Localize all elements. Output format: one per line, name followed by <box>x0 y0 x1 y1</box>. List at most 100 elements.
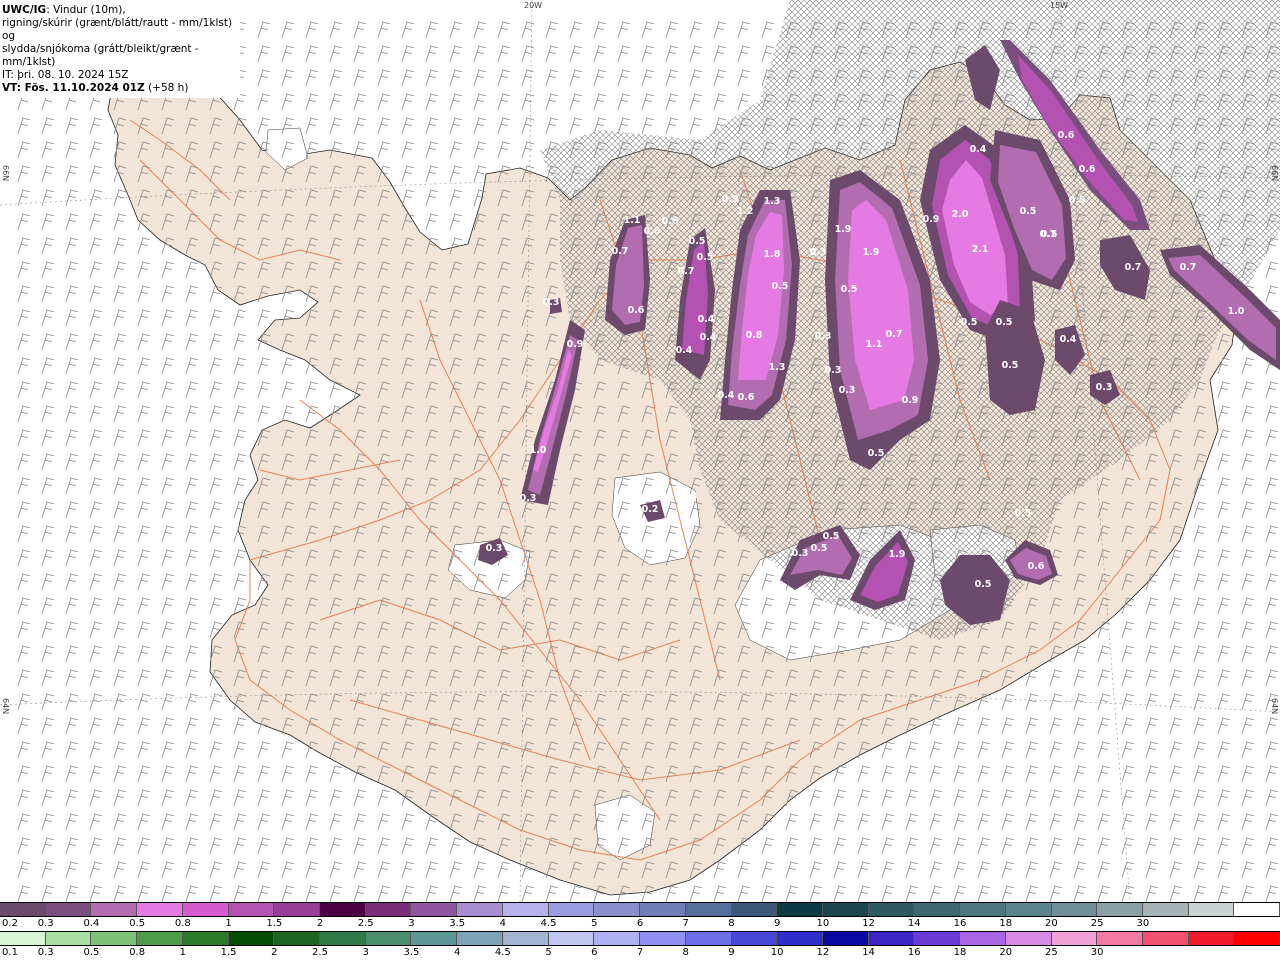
lat-label-66n-left: 66N <box>1 165 10 182</box>
precip-value-label: 1.9 <box>835 224 852 235</box>
rain-colorbar-swatch <box>457 932 503 945</box>
precip-value-label: 0.3 <box>839 385 856 396</box>
rain-colorbar-swatch <box>640 932 686 945</box>
precip-value-label: 0.5 <box>1069 195 1086 206</box>
precip-value-label: 0.5 <box>1020 206 1037 217</box>
snow-colorbar-labels: 0.2 0.3 0.4 0.5 0.8 1 1.5 2 2.5 3 3.5 4 4.5 5 6 7 8 9 10 12… <box>0 917 1280 931</box>
snow-colorbar-swatch <box>640 903 686 916</box>
precip-value-label: 0.3 <box>815 331 832 342</box>
lon-label-20w: 20W <box>524 1 543 10</box>
lat-label-66n-right: 66N <box>1270 165 1279 182</box>
lat-label-64n-left: 64N <box>1 698 10 715</box>
rain-colorbar-swatch <box>1142 932 1189 945</box>
snow-colorbar-tick-label: 25 <box>1090 918 1104 929</box>
forecast-map: 0.9 1.2 1.3 1.9 2.0 2.1 0.9 0.8 1.1 0.7 0.5 0.5 0.6 1… <box>0 0 1280 902</box>
precip-value-label: 0.9 <box>722 194 739 205</box>
source-label: UWC/IG <box>2 4 47 16</box>
rain-colorbar-swatch <box>320 932 366 945</box>
snow-colorbar-tick-label: 0.5 <box>129 918 146 929</box>
precip-value-label: 0.5 <box>996 317 1013 328</box>
precip-value-label: 0.5 <box>811 543 828 554</box>
rain-colorbar-tick-label: 3 <box>362 947 369 958</box>
rain-colorbar-tick-label: 0.8 <box>129 947 146 958</box>
rain-colorbar-swatch <box>1188 932 1235 945</box>
precip-value-label: 0.2 <box>642 504 659 515</box>
rain-colorbar-swatch <box>914 932 961 945</box>
precip-value-label: 0.7 <box>678 266 695 277</box>
precip-value-label: 1.9 <box>889 549 906 560</box>
precip-value-label: 0.4 <box>1060 334 1077 345</box>
snow-colorbar-tick-label: 6 <box>636 918 644 929</box>
snow-colorbar-tick-label: 16 <box>953 918 967 929</box>
snow-colorbar-tick-label: 14 <box>907 918 921 929</box>
precip-value-label: 1.3 <box>769 362 786 373</box>
precip-value-label: 0.4 <box>718 390 735 401</box>
precip-value-label: 0.3 <box>792 548 809 559</box>
snow-colorbar-swatch <box>685 903 732 916</box>
rain-colorbar-tick-label: 8 <box>682 947 689 958</box>
rain-colorbar-swatch <box>777 932 823 945</box>
snow-colorbar-swatch <box>457 903 503 916</box>
rain-colorbar-swatch <box>274 932 321 945</box>
snow-colorbar-tick-label: 18 <box>999 918 1013 929</box>
snow-colorbar-swatch <box>91 903 138 916</box>
snow-colorbar-tick-label: 9 <box>773 918 781 929</box>
precip-value-label: 0.5 <box>975 579 992 590</box>
rain-colorbar-swatch <box>182 932 229 945</box>
rain-colorbar-swatch <box>0 932 46 945</box>
snow-colorbar-swatch <box>822 903 869 916</box>
precip-value-label: 0.5 <box>1015 508 1032 519</box>
rain-colorbar-swatch <box>365 932 412 945</box>
snow-colorbar-tick-label: 10 <box>816 918 830 929</box>
snow-colorbar-swatch <box>1051 903 1098 916</box>
rain-colorbar-swatch <box>502 932 549 945</box>
rain-colorbar-tick-label: 7 <box>636 947 644 958</box>
precip-value-label: 0.3 <box>1096 382 1113 393</box>
snow-colorbar-tick-label: 2 <box>316 918 324 929</box>
precip-value-label: 0.9 <box>567 339 584 350</box>
precip-value-label: 0.6 <box>1058 130 1075 141</box>
rain-colorbar-tick-label: 10 <box>770 947 784 958</box>
rain-colorbar-tick-label: 0.5 <box>83 947 100 958</box>
precip-value-label: 1.0 <box>1228 306 1245 317</box>
snow-colorbar-swatch <box>411 903 458 916</box>
precip-value-label: 0.5 <box>961 317 978 328</box>
snow-colorbar-tick-label: 1 <box>225 918 232 929</box>
precip-value-label: 2.1 <box>972 244 989 255</box>
precip-value-label: 0.3 <box>681 491 698 502</box>
snow-colorbar-tick-label: 7 <box>682 918 689 929</box>
rain-colorbar-swatch <box>1097 932 1143 945</box>
description-line-3: slydda/snjókoma (grátt/bleikt/grænt - mm… <box>2 43 199 68</box>
snow-colorbar-swatch <box>45 903 92 916</box>
rain-colorbar-tick-label: 4 <box>453 947 461 958</box>
lon-label-15w: 15W <box>1050 1 1069 10</box>
snow-colorbar-tick-label: 12 <box>862 918 875 929</box>
precip-value-label: 0.3 <box>825 365 842 376</box>
precip-value-label: 0.3 <box>486 543 503 554</box>
snow-colorbar-tick-label: 5 <box>591 918 598 929</box>
issued-time: IT: þri. 08. 10. 2024 15Z <box>2 69 129 81</box>
snow-colorbar-tick-label: 0.2 <box>2 918 18 929</box>
snow-colorbar-tick-label: 1.5 <box>266 918 283 929</box>
rain-colorbar-tick-label: 16 <box>907 947 921 958</box>
snow-colorbar-tick-label: 4.5 <box>540 918 557 929</box>
snow-colorbar-swatch <box>1188 903 1235 916</box>
snow-colorbar-tick-label: 0.8 <box>174 918 191 929</box>
precip-value-label: 0.5 <box>772 281 789 292</box>
rain-colorbar-tick-label: 1 <box>179 947 187 958</box>
precip-value-label: 0.7 <box>886 329 903 340</box>
snow-colorbar-tick-label: 20 <box>1045 918 1058 929</box>
precip-value-label: 0.5 <box>1002 360 1019 371</box>
map-canvas: 0.91.21.31.92.02.10.90.81.10.70.50.50.61… <box>0 0 1280 902</box>
rain-colorbar-tick-label: 12 <box>816 947 830 958</box>
rain-colorbar-labels: 0.1 0.3 0.5 0.8 1 1.5 2 2.5 3 3.5 4 4.5 5 6 7 8 9 10 12 14 1… <box>0 946 1280 960</box>
map-title-box: UWC/IG: Vindur (10m), rigning/skúrir (gr… <box>0 0 240 98</box>
rain-colorbar-swatch <box>548 932 595 945</box>
rain-colorbar-swatch <box>91 932 138 945</box>
rain-colorbar-tick-label: 2 <box>271 947 278 958</box>
rain-colorbar-swatch <box>594 932 641 945</box>
snow-colorbar-swatch <box>502 903 549 916</box>
rain-colorbar-tick-label: 20 <box>999 947 1013 958</box>
rain-colorbar-tick-label: 30 <box>1090 947 1104 958</box>
snow-colorbar-tick-label: 4 <box>499 918 507 929</box>
